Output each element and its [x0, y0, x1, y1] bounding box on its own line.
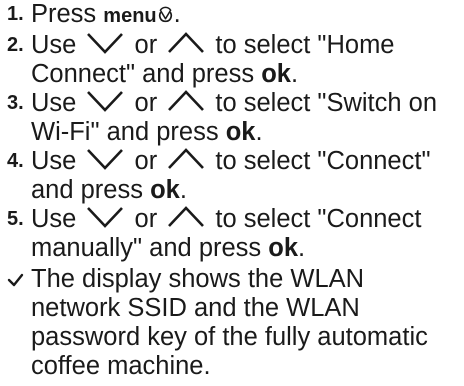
chevron-up-icon [168, 90, 205, 111]
ok-keyword: ok [225, 118, 256, 146]
step-end: . [290, 60, 299, 88]
menu-keyword: menu [103, 5, 157, 27]
chevron-up-icon [168, 32, 205, 53]
step-text: Use [31, 89, 84, 117]
chevron-down-icon [87, 91, 124, 112]
step-end: . [173, 0, 181, 28]
chevron-up-icon [168, 206, 205, 227]
step-number: 1. [7, 3, 24, 25]
checkmark-icon [7, 273, 24, 287]
step-5: 5. Use or to select "Connect manually" a… [7, 205, 458, 263]
step-3: 3. Use or to select "Switch on Wi-Fi" an… [7, 89, 458, 147]
step-end: . [179, 176, 187, 204]
step-text: or [127, 89, 165, 117]
step-text: or [127, 205, 165, 233]
step-text: Use [31, 147, 84, 175]
chevron-up-icon [168, 148, 205, 169]
step-number: 4. [7, 150, 24, 172]
step-end: . [298, 234, 306, 262]
step-number: 2. [7, 34, 24, 56]
step-text: or [127, 147, 165, 175]
step-number: 3. [7, 92, 24, 114]
step-text: Use [31, 205, 84, 233]
step-4: 4. Use or to select "Connect" and press … [7, 147, 458, 205]
ok-keyword: ok [268, 234, 299, 262]
step-text: Use [31, 31, 84, 59]
chevron-down-icon [87, 149, 124, 170]
chevron-down-icon [87, 33, 124, 54]
result-text: The display shows the WLAN network SSID … [31, 265, 428, 380]
ok-keyword: ok [261, 60, 291, 88]
ok-keyword: ok [150, 176, 180, 204]
instruction-list: 1. Press menu . 2. Use or to select "Hom… [0, 0, 464, 381]
menu-icon [158, 6, 172, 23]
step-1: 1. Press menu . [7, 0, 458, 31]
result-note: The display shows the WLAN network SSID … [7, 265, 458, 381]
step-2: 2. Use or to select "Home Connect" and p… [7, 31, 458, 89]
step-number: 5. [7, 208, 24, 230]
step-end: . [255, 118, 263, 146]
step-text: or [127, 31, 165, 59]
chevron-down-icon [87, 207, 124, 228]
step-text: Press [31, 0, 104, 28]
